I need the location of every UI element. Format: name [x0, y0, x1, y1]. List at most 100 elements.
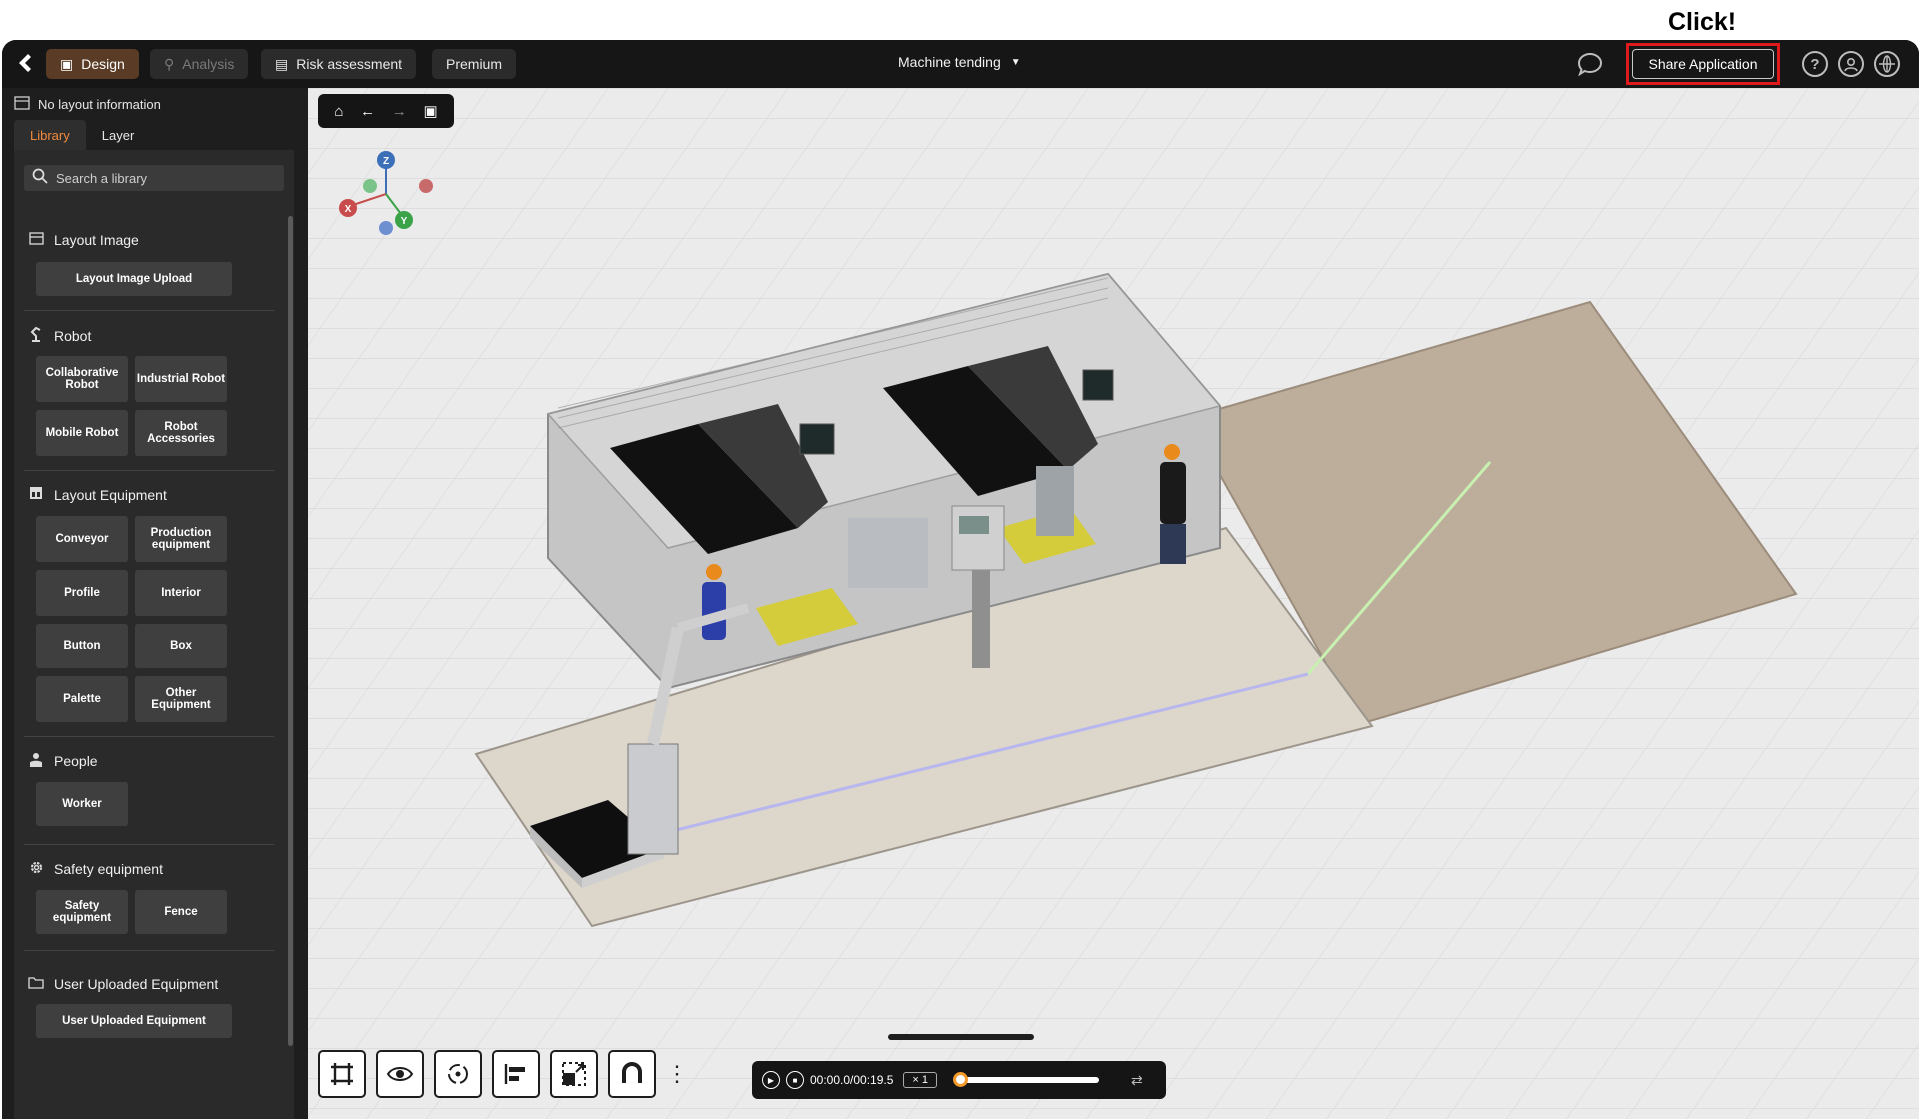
grid-tool-button[interactable] [318, 1050, 366, 1098]
section-title: Layout Equipment [54, 486, 167, 503]
divider [24, 736, 274, 737]
caret-down-icon: ▼ [1010, 56, 1021, 68]
conveyor-button[interactable]: Conveyor [36, 516, 128, 562]
app-window: ▣ Design ⚲ Analysis ▤ Risk assessment Pr… [2, 40, 1919, 1119]
section-title: Safety equipment [54, 861, 163, 877]
playback-slider-knob[interactable] [953, 1072, 969, 1087]
3d-viewport[interactable]: Z X Y ⌂ ← → ▣ ⋮ ▶ ■ 00:00.0/00:19.5 × 1 … [308, 88, 1919, 1119]
section-safety-equipment: Safety equipment [28, 860, 163, 878]
interior-button[interactable]: Interior [135, 570, 227, 616]
sidebar-tabs: Library Layer [14, 120, 150, 150]
undo-icon[interactable]: ← [360, 103, 375, 120]
worker-button[interactable]: Worker [36, 782, 128, 826]
chat-icon[interactable] [1576, 50, 1604, 78]
align-left-icon [504, 1064, 525, 1084]
scale-icon [562, 1062, 586, 1086]
section-layout-equipment: Layout Equipment [28, 486, 167, 503]
search-input[interactable] [56, 170, 276, 186]
play-icon[interactable]: ▶ [762, 1071, 780, 1089]
project-name: Machine tending [898, 54, 1001, 70]
mobile-robot-button[interactable]: Mobile Robot [36, 410, 128, 456]
button-button[interactable]: Button [36, 624, 128, 668]
collaborative-robot-button[interactable]: Collaborative Robot [36, 356, 128, 402]
divider [24, 310, 274, 311]
redo-icon[interactable]: → [392, 103, 407, 120]
home-icon[interactable]: ⌂ [334, 103, 343, 120]
playback-slider[interactable] [953, 1072, 1100, 1087]
palette-button[interactable]: Palette [36, 676, 128, 722]
account-icon[interactable] [1838, 51, 1864, 77]
folder-icon [28, 976, 44, 992]
safety-equipment-button[interactable]: Safety equipment [36, 890, 128, 934]
library-sidebar: No layout information Library Layer Layo… [2, 88, 308, 1119]
click-annotation: Click! [1668, 8, 1737, 36]
tab-analysis[interactable]: ⚲ Analysis [150, 49, 249, 79]
grid-icon [331, 1063, 353, 1085]
layout-info: No layout information [14, 96, 161, 113]
save-icon[interactable]: ▣ [423, 102, 437, 120]
analysis-icon: ⚲ [164, 55, 175, 72]
library-panel: Layout Image Layout Image Upload Robot C… [14, 150, 294, 1119]
share-application-button[interactable]: Share Application [1632, 49, 1774, 79]
library-scrollbar[interactable] [288, 216, 293, 1046]
tab-premium[interactable]: Premium [432, 49, 517, 79]
layout-image-upload-button[interactable]: Layout Image Upload [36, 262, 232, 296]
project-selector[interactable]: Machine tending ▼ [898, 54, 1021, 70]
playback-speed[interactable]: × 1 [903, 1072, 938, 1088]
divider [24, 950, 274, 951]
person-icon [28, 752, 44, 770]
tab-label: Design [81, 56, 125, 72]
scene-svg: Z X Y [308, 88, 1919, 1119]
tab-library[interactable]: Library [14, 120, 86, 150]
axis-y-label: Y [401, 216, 408, 227]
robot-accessories-button[interactable]: Robot Accessories [135, 410, 227, 456]
view-tool-button[interactable] [376, 1050, 424, 1098]
section-layout-image: Layout Image [28, 232, 139, 248]
layout-icon [28, 486, 44, 503]
loop-icon[interactable]: ⇄ [1131, 1072, 1143, 1089]
tab-layer[interactable]: Layer [86, 120, 151, 150]
align-tool-button[interactable] [492, 1050, 540, 1098]
fence-button[interactable]: Fence [135, 890, 227, 934]
gear-icon [28, 860, 44, 878]
view-toolbar: ⌂ ← → ▣ [318, 94, 454, 128]
box-button[interactable]: Box [135, 624, 227, 668]
section-people: People [28, 752, 98, 770]
user-uploaded-equipment-button[interactable]: User Uploaded Equipment [36, 1004, 232, 1038]
eye-icon [386, 1067, 414, 1081]
app-logo-back-icon[interactable] [16, 52, 38, 74]
industrial-robot-button[interactable]: Industrial Robot [135, 356, 227, 402]
rotate-icon [448, 1064, 468, 1084]
playback-bar: ▶ ■ 00:00.0/00:19.5 × 1 ⇄ [752, 1061, 1166, 1099]
panel-drag-handle[interactable] [888, 1034, 1034, 1040]
more-options-icon[interactable]: ⋮ [666, 1061, 688, 1087]
divider [24, 844, 274, 845]
production-equipment-button[interactable]: Production equipment [135, 516, 227, 562]
layout-info-text: No layout information [38, 97, 161, 112]
tab-label: Risk assessment [296, 56, 403, 72]
axis-x-label: X [345, 204, 352, 215]
tab-risk-assessment[interactable]: ▤ Risk assessment [261, 49, 417, 79]
section-title: Robot [54, 327, 92, 344]
library-search[interactable] [24, 165, 284, 191]
section-robot: Robot [28, 326, 91, 345]
language-icon[interactable] [1874, 51, 1900, 77]
help-icon[interactable]: ? [1802, 51, 1828, 77]
scale-tool-button[interactable] [550, 1050, 598, 1098]
tab-design[interactable]: ▣ Design [46, 49, 139, 79]
snap-tool-button[interactable] [608, 1050, 656, 1098]
magnet-icon [622, 1062, 642, 1083]
section-user-uploaded-equipment: User Uploaded Equipment [28, 976, 218, 992]
design-icon: ▣ [60, 55, 74, 72]
profile-button[interactable]: Profile [36, 570, 128, 616]
search-icon [32, 168, 48, 189]
layout-info-icon [14, 96, 30, 113]
playback-time: 00:00.0/00:19.5 [810, 1073, 894, 1087]
stop-icon[interactable]: ■ [786, 1071, 804, 1089]
divider [24, 470, 274, 471]
robot-arm-icon [28, 326, 44, 345]
tab-label: Premium [446, 56, 503, 72]
rotate-tool-button[interactable] [434, 1050, 482, 1098]
bottom-toolbar: ⋮ [318, 1050, 688, 1098]
other-equipment-button[interactable]: Other Equipment [135, 676, 227, 722]
